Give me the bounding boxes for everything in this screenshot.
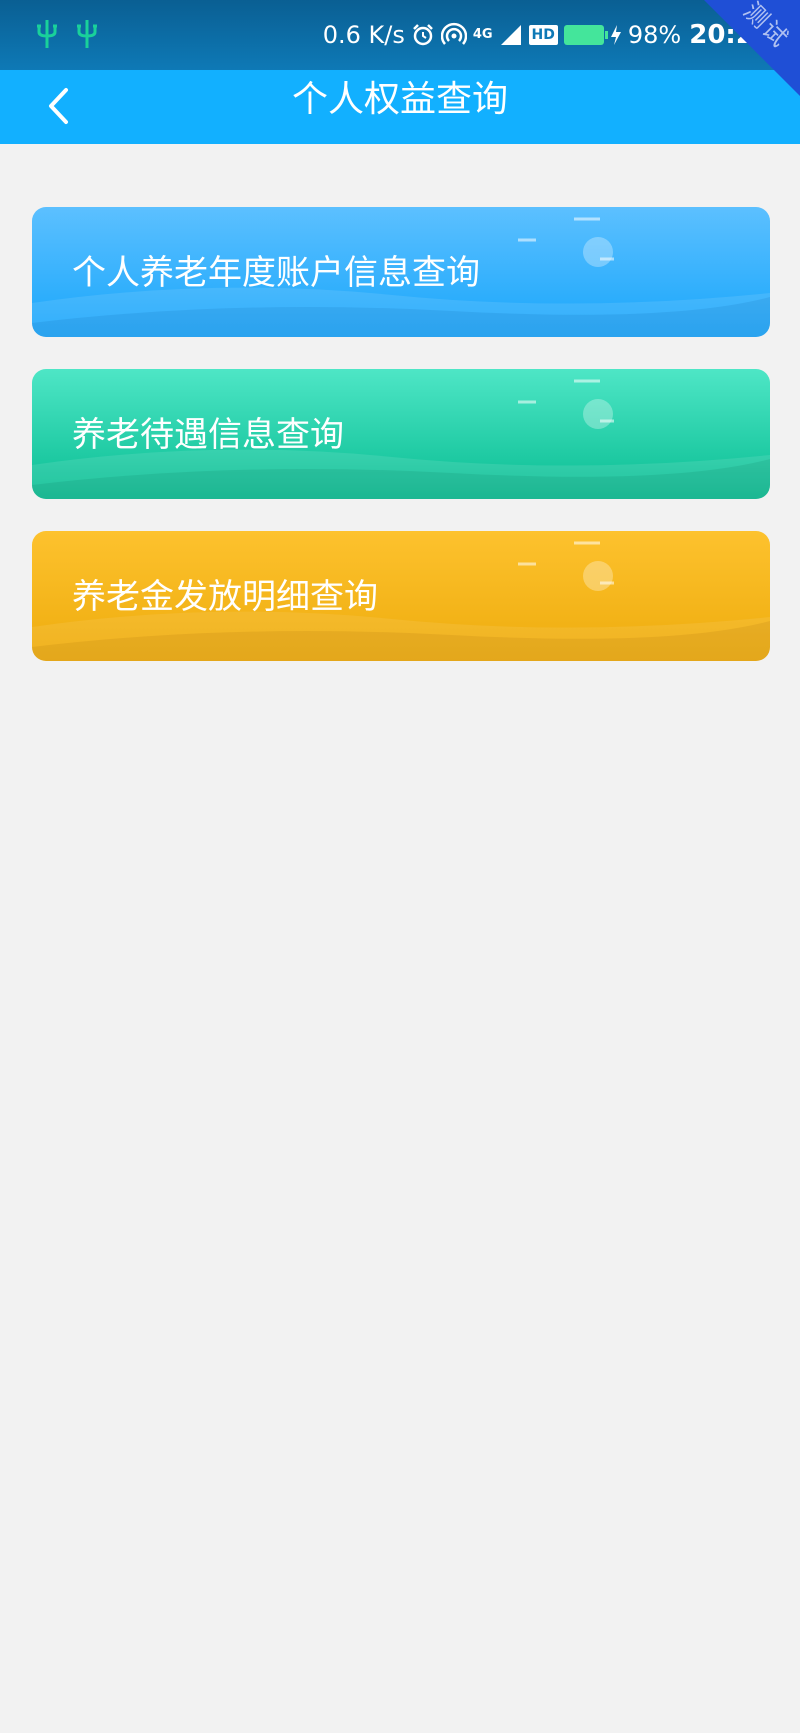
page-title: 个人权益查询: [291, 79, 508, 120]
usb-icon: [77, 20, 97, 48]
card-personal-annual-account[interactable]: 个人养老年度账户信息查询: [32, 207, 770, 337]
network-speed: 0.6 K/s: [322, 21, 405, 49]
signal-icon: [500, 25, 521, 45]
back-button[interactable]: [30, 78, 86, 134]
chevron-left-icon: [49, 88, 68, 124]
alarm-icon: [412, 24, 433, 46]
status-bar: 0.6 K/s 4G HD 98% 20:29 测试: [0, 0, 800, 96]
charging-icon: [610, 25, 621, 45]
hotspot-icon: [440, 22, 467, 45]
network-type-label: 4G: [472, 27, 493, 42]
query-card-list: 个人养老年度账户信息查询 养老待遇信息查询 养老金发放明细查询: [32, 207, 770, 693]
hd-icon: HD: [528, 25, 558, 45]
battery-percent: 98%: [627, 21, 682, 49]
battery-icon: [563, 25, 608, 45]
nav-bar: 个人权益查询: [0, 70, 800, 144]
mobile-data-icon: 4G: [472, 27, 493, 42]
card-pension-payment-detail[interactable]: 养老金发放明细查询: [32, 531, 770, 661]
card-label: 养老金发放明细查询: [72, 577, 378, 617]
hd-label: HD: [531, 27, 555, 43]
card-pension-benefit-info[interactable]: 养老待遇信息查询: [32, 369, 770, 499]
card-label: 个人养老年度账户信息查询: [72, 253, 480, 293]
card-label: 养老待遇信息查询: [72, 415, 344, 455]
usb-icon: [37, 20, 57, 48]
